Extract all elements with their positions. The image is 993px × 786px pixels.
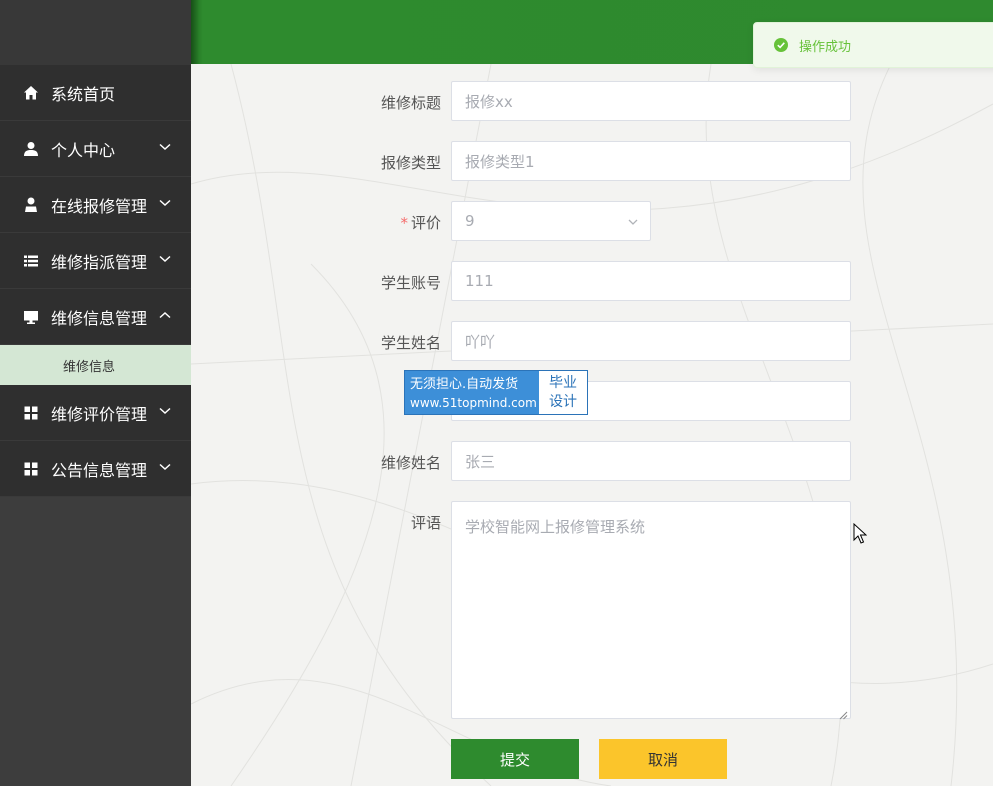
sidebar-item-personal-center[interactable]: 个人中心 bbox=[0, 121, 191, 177]
watermark-tag: 毕业 设计 bbox=[539, 371, 587, 414]
sidebar-item-label: 维修信息管理 bbox=[51, 308, 148, 328]
sidebar-item-online-repair[interactable]: 在线报修管理 bbox=[0, 177, 191, 233]
user-icon bbox=[23, 141, 39, 157]
repair-title-input[interactable]: 报修xx bbox=[451, 81, 851, 121]
watermark-line1: 无须担心.自动发货 bbox=[410, 377, 519, 392]
field-label: * 评价 bbox=[400, 214, 441, 232]
chevron-down-icon bbox=[158, 404, 172, 418]
cancel-button[interactable]: 取消 bbox=[599, 739, 727, 779]
sidebar-item-label: 公告信息管理 bbox=[51, 460, 148, 480]
comment-textarea-value: 学校智能网上报修管理系统 bbox=[465, 518, 646, 536]
student-account-input[interactable]: 111 bbox=[451, 261, 851, 301]
student-name-input[interactable]: 吖吖 bbox=[451, 321, 851, 361]
watermark-badge: 无须担心.自动发货 www.51topmind.com 毕业 设计 bbox=[404, 370, 588, 415]
watermark-url: www.51topmind.com bbox=[410, 396, 537, 410]
sidebar-item-evaluation[interactable]: 维修评价管理 bbox=[0, 385, 191, 441]
field-label: 报修类型 bbox=[380, 154, 441, 172]
chevron-down-icon bbox=[158, 196, 172, 210]
grid-icon bbox=[23, 405, 39, 421]
check-circle-icon bbox=[774, 38, 788, 52]
sidebar-item-label: 维修指派管理 bbox=[51, 252, 148, 272]
comment-textarea[interactable]: 学校智能网上报修管理系统 bbox=[451, 501, 851, 720]
watermark-tag-line1: 毕业 bbox=[549, 374, 577, 391]
chevron-up-icon bbox=[158, 308, 172, 322]
submit-button[interactable]: 提交 bbox=[451, 739, 579, 779]
field-label: 学生账号 bbox=[380, 274, 441, 292]
rating-select[interactable]: 9 bbox=[451, 201, 651, 241]
sidebar-subitem-label: 维修信息 bbox=[63, 359, 116, 375]
sidebar-item-assign[interactable]: 维修指派管理 bbox=[0, 233, 191, 289]
sidebar-item-home[interactable]: 系统首页 bbox=[0, 65, 191, 121]
mouse-cursor-icon bbox=[853, 522, 868, 545]
home-icon bbox=[23, 85, 39, 101]
repair-type-input[interactable]: 报修类型1 bbox=[451, 141, 851, 181]
sidebar-item-notice[interactable]: 公告信息管理 bbox=[0, 441, 191, 497]
watermark-tag-line2: 设计 bbox=[549, 393, 577, 410]
sidebar-logo-area bbox=[0, 0, 191, 65]
repair-name-input[interactable]: 张三 bbox=[451, 441, 851, 481]
field-label: 学生姓名 bbox=[380, 334, 441, 352]
sidebar: 系统首页 个人中心 在线报修管理 维修指派管理 维修信息管理 维修信息 维修评价… bbox=[0, 0, 191, 786]
field-label: 维修标题 bbox=[380, 94, 441, 112]
list-icon bbox=[23, 253, 39, 269]
toast-message: 操作成功 bbox=[799, 39, 852, 55]
sidebar-menu: 系统首页 个人中心 在线报修管理 维修指派管理 维修信息管理 维修信息 维修评价… bbox=[0, 65, 191, 497]
chevron-down-icon bbox=[158, 252, 172, 266]
field-label: 评语 bbox=[410, 514, 441, 532]
monitor-icon bbox=[23, 309, 39, 325]
person-icon bbox=[23, 197, 39, 213]
form-content-area: 维修标题 报修xx 报修类型 报修类型1 * 评价 9 学生账号 111 学生姓名… bbox=[191, 64, 993, 786]
sidebar-item-label: 在线报修管理 bbox=[51, 196, 148, 216]
sidebar-subitem-repair-info[interactable]: 维修信息 bbox=[0, 345, 191, 385]
sidebar-item-repair-info[interactable]: 维修信息管理 bbox=[0, 289, 191, 345]
chevron-down-icon bbox=[158, 460, 172, 474]
sidebar-item-label: 系统首页 bbox=[51, 84, 116, 104]
chevron-down-icon bbox=[158, 140, 172, 154]
watermark-text: 无须担心.自动发货 www.51topmind.com bbox=[405, 371, 539, 414]
rating-select-value: 9 bbox=[465, 212, 475, 230]
required-mark: * bbox=[400, 214, 408, 232]
sidebar-item-label: 维修评价管理 bbox=[51, 404, 148, 424]
resize-handle-icon[interactable] bbox=[838, 706, 848, 720]
success-toast: 操作成功 bbox=[753, 22, 993, 68]
grid-icon bbox=[23, 461, 39, 477]
field-label: 维修姓名 bbox=[380, 454, 441, 472]
chevron-down-icon bbox=[626, 215, 640, 229]
sidebar-item-label: 个人中心 bbox=[51, 140, 116, 160]
